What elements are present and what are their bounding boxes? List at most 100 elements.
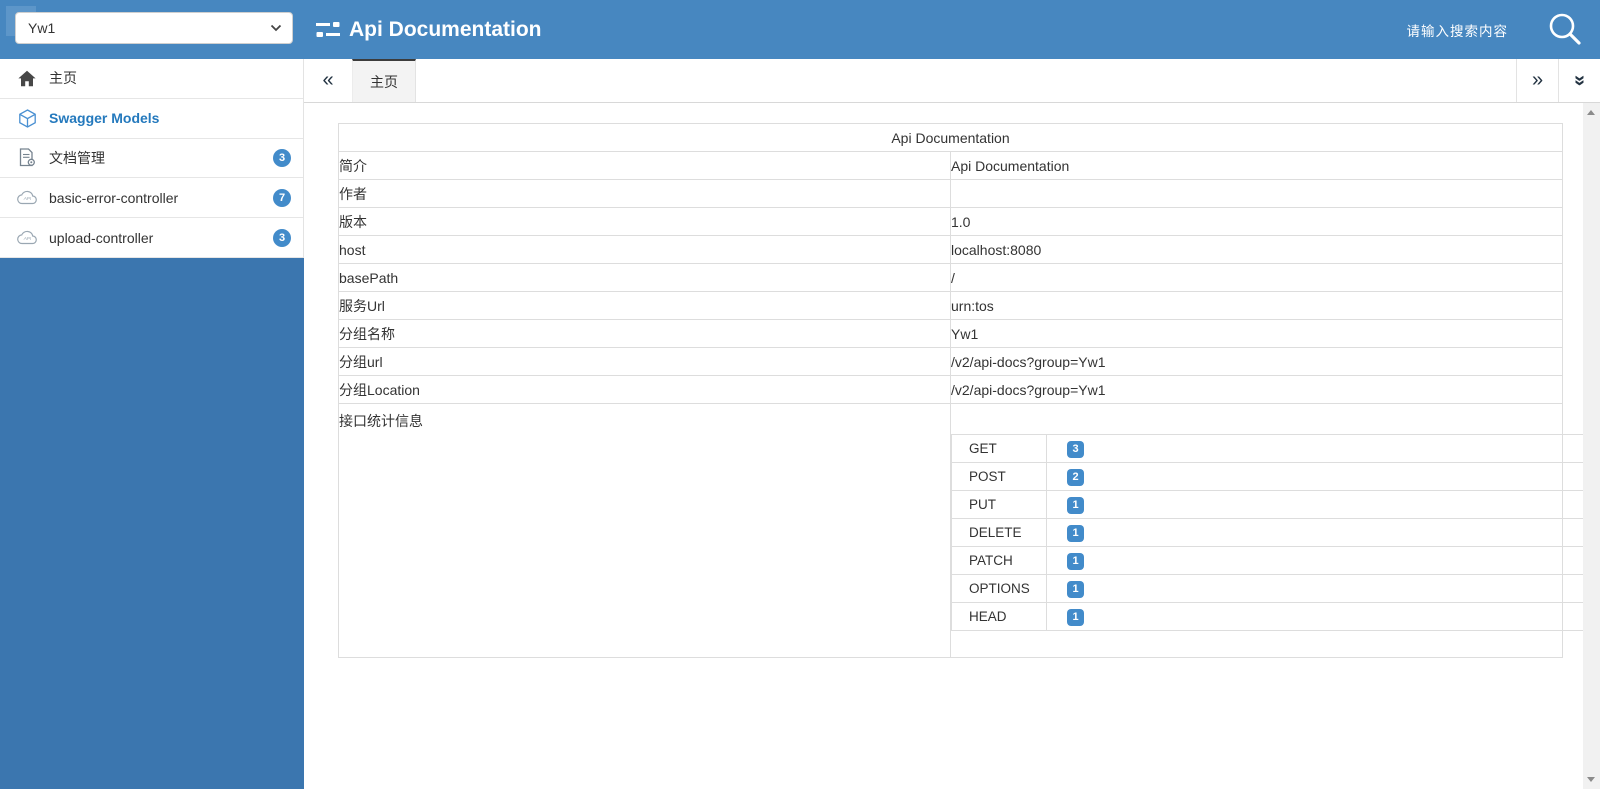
tabs-scroll-left-button[interactable]: « bbox=[304, 59, 352, 102]
sidebar-item-upload-controller[interactable]: API upload-controller 3 bbox=[0, 218, 303, 258]
tabs-collapse-button[interactable]: » bbox=[1558, 59, 1600, 102]
table-row: 分组url /v2/api-docs?group=Yw1 bbox=[339, 348, 1563, 376]
method-cell: DELETE bbox=[952, 519, 1047, 547]
table-row: GET 3 bbox=[952, 435, 1600, 463]
sidebar-menu: 主页 Swagger Models 文档管理 bbox=[0, 59, 304, 258]
page-title: Api Documentation bbox=[349, 18, 542, 42]
table-row: 服务Url urn:tos bbox=[339, 292, 1563, 320]
method-stats-table: GET 3 POST 2 PUT 1 bbox=[951, 434, 1600, 631]
count-badge: 3 bbox=[273, 229, 291, 247]
tabbar-spacer bbox=[416, 59, 1516, 102]
content-pane: Api Documentation 简介 Api Documentation 作… bbox=[304, 103, 1583, 789]
search-area: 请输入搜索内容 bbox=[1407, 0, 1600, 59]
sidebar-item-label: basic-error-controller bbox=[49, 190, 178, 206]
info-value-cell: 1.0 bbox=[951, 208, 1563, 236]
count-cell: 1 bbox=[1047, 491, 1600, 519]
method-cell: PATCH bbox=[952, 547, 1047, 575]
api-cloud-icon: API bbox=[16, 230, 38, 245]
count-badge: 7 bbox=[273, 189, 291, 207]
table-row: host localhost:8080 bbox=[339, 236, 1563, 264]
api-cloud-icon: API bbox=[16, 190, 38, 205]
count-cell: 3 bbox=[1047, 435, 1600, 463]
info-value-cell: Yw1 bbox=[951, 320, 1563, 348]
double-chevron-down-icon: » bbox=[1568, 75, 1591, 86]
sidebar-item-doc-manage[interactable]: 文档管理 3 bbox=[0, 139, 303, 179]
app-logo-icon bbox=[316, 21, 340, 38]
info-value-cell: localhost:8080 bbox=[951, 236, 1563, 264]
table-header-row: Api Documentation bbox=[339, 124, 1563, 152]
svg-text:API: API bbox=[22, 196, 31, 201]
main-area: « 主页 » » Api Documentation 简介 Api Docume… bbox=[304, 59, 1600, 789]
content-scrollbar[interactable] bbox=[1583, 103, 1600, 789]
app-title-wrap: Api Documentation bbox=[316, 0, 542, 59]
sidebar-item-basic-error-controller[interactable]: API basic-error-controller 7 bbox=[0, 178, 303, 218]
table-row: PATCH 1 bbox=[952, 547, 1600, 575]
sidebar-item-label: upload-controller bbox=[49, 230, 153, 246]
info-value-cell: Api Documentation bbox=[951, 152, 1563, 180]
tab-label: 主页 bbox=[370, 72, 398, 92]
group-select-value: Yw1 bbox=[28, 20, 55, 36]
svg-text:API: API bbox=[22, 236, 31, 241]
sidebar: 主页 Swagger Models 文档管理 bbox=[0, 59, 304, 789]
group-select[interactable]: Yw1 bbox=[15, 12, 293, 44]
tabs-scroll-right-button[interactable]: » bbox=[1516, 59, 1558, 102]
info-value-cell: / bbox=[951, 264, 1563, 292]
method-cell: POST bbox=[952, 463, 1047, 491]
chevron-down-icon bbox=[270, 24, 282, 32]
method-cell: OPTIONS bbox=[952, 575, 1047, 603]
count-badge: 2 bbox=[1067, 469, 1084, 486]
method-cell: PUT bbox=[952, 491, 1047, 519]
count-cell: 1 bbox=[1047, 519, 1600, 547]
api-info-table: Api Documentation 简介 Api Documentation 作… bbox=[338, 123, 1563, 658]
tab-bar: « 主页 » » bbox=[304, 59, 1600, 103]
count-cell: 1 bbox=[1047, 575, 1600, 603]
table-row: 简介 Api Documentation bbox=[339, 152, 1563, 180]
info-label-cell: 服务Url bbox=[339, 292, 951, 320]
table-row: 分组名称 Yw1 bbox=[339, 320, 1563, 348]
info-label-cell: 分组url bbox=[339, 348, 951, 376]
count-badge: 3 bbox=[1067, 441, 1084, 458]
count-cell: 2 bbox=[1047, 463, 1600, 491]
sidebar-item-label: Swagger Models bbox=[49, 110, 159, 126]
table-row: 分组Location /v2/api-docs?group=Yw1 bbox=[339, 376, 1563, 404]
home-icon bbox=[16, 70, 38, 87]
count-badge: 1 bbox=[1067, 581, 1084, 598]
count-badge: 1 bbox=[1067, 525, 1084, 542]
info-label-cell: host bbox=[339, 236, 951, 264]
info-label-cell: 版本 bbox=[339, 208, 951, 236]
tab-home[interactable]: 主页 bbox=[352, 59, 416, 102]
table-row: 版本 1.0 bbox=[339, 208, 1563, 236]
scroll-down-arrow-icon[interactable] bbox=[1587, 777, 1595, 782]
info-label-cell: 简介 bbox=[339, 152, 951, 180]
count-badge: 1 bbox=[1067, 497, 1084, 514]
method-cell: GET bbox=[952, 435, 1047, 463]
info-value-cell: /v2/api-docs?group=Yw1 bbox=[951, 376, 1563, 404]
sidebar-item-swagger-models[interactable]: Swagger Models bbox=[0, 99, 303, 139]
count-cell: 1 bbox=[1047, 603, 1600, 631]
info-label-cell: basePath bbox=[339, 264, 951, 292]
table-row: 作者 bbox=[339, 180, 1563, 208]
scroll-up-arrow-icon[interactable] bbox=[1587, 110, 1595, 115]
document-settings-icon bbox=[16, 148, 38, 167]
table-row: basePath / bbox=[339, 264, 1563, 292]
count-cell: 1 bbox=[1047, 547, 1600, 575]
info-label-cell: 分组名称 bbox=[339, 320, 951, 348]
table-row: POST 2 bbox=[952, 463, 1600, 491]
sidebar-item-label: 文档管理 bbox=[49, 148, 105, 168]
sidebar-item-home[interactable]: 主页 bbox=[0, 59, 303, 99]
search-input[interactable]: 请输入搜索内容 bbox=[1407, 20, 1509, 40]
swagger-models-icon bbox=[16, 109, 38, 128]
table-title: Api Documentation bbox=[339, 124, 1563, 152]
count-badge: 3 bbox=[273, 149, 291, 167]
method-cell: HEAD bbox=[952, 603, 1047, 631]
count-badge: 1 bbox=[1067, 553, 1084, 570]
info-label-cell: 作者 bbox=[339, 180, 951, 208]
info-label-cell: 分组Location bbox=[339, 376, 951, 404]
stats-row: 接口统计信息 GET 3 POST 2 bbox=[339, 404, 1563, 658]
count-badge: 1 bbox=[1067, 609, 1084, 626]
search-icon[interactable] bbox=[1546, 11, 1584, 49]
sidebar-item-label: 主页 bbox=[49, 68, 77, 88]
table-row: DELETE 1 bbox=[952, 519, 1600, 547]
info-value-cell bbox=[951, 180, 1563, 208]
table-row: OPTIONS 1 bbox=[952, 575, 1600, 603]
